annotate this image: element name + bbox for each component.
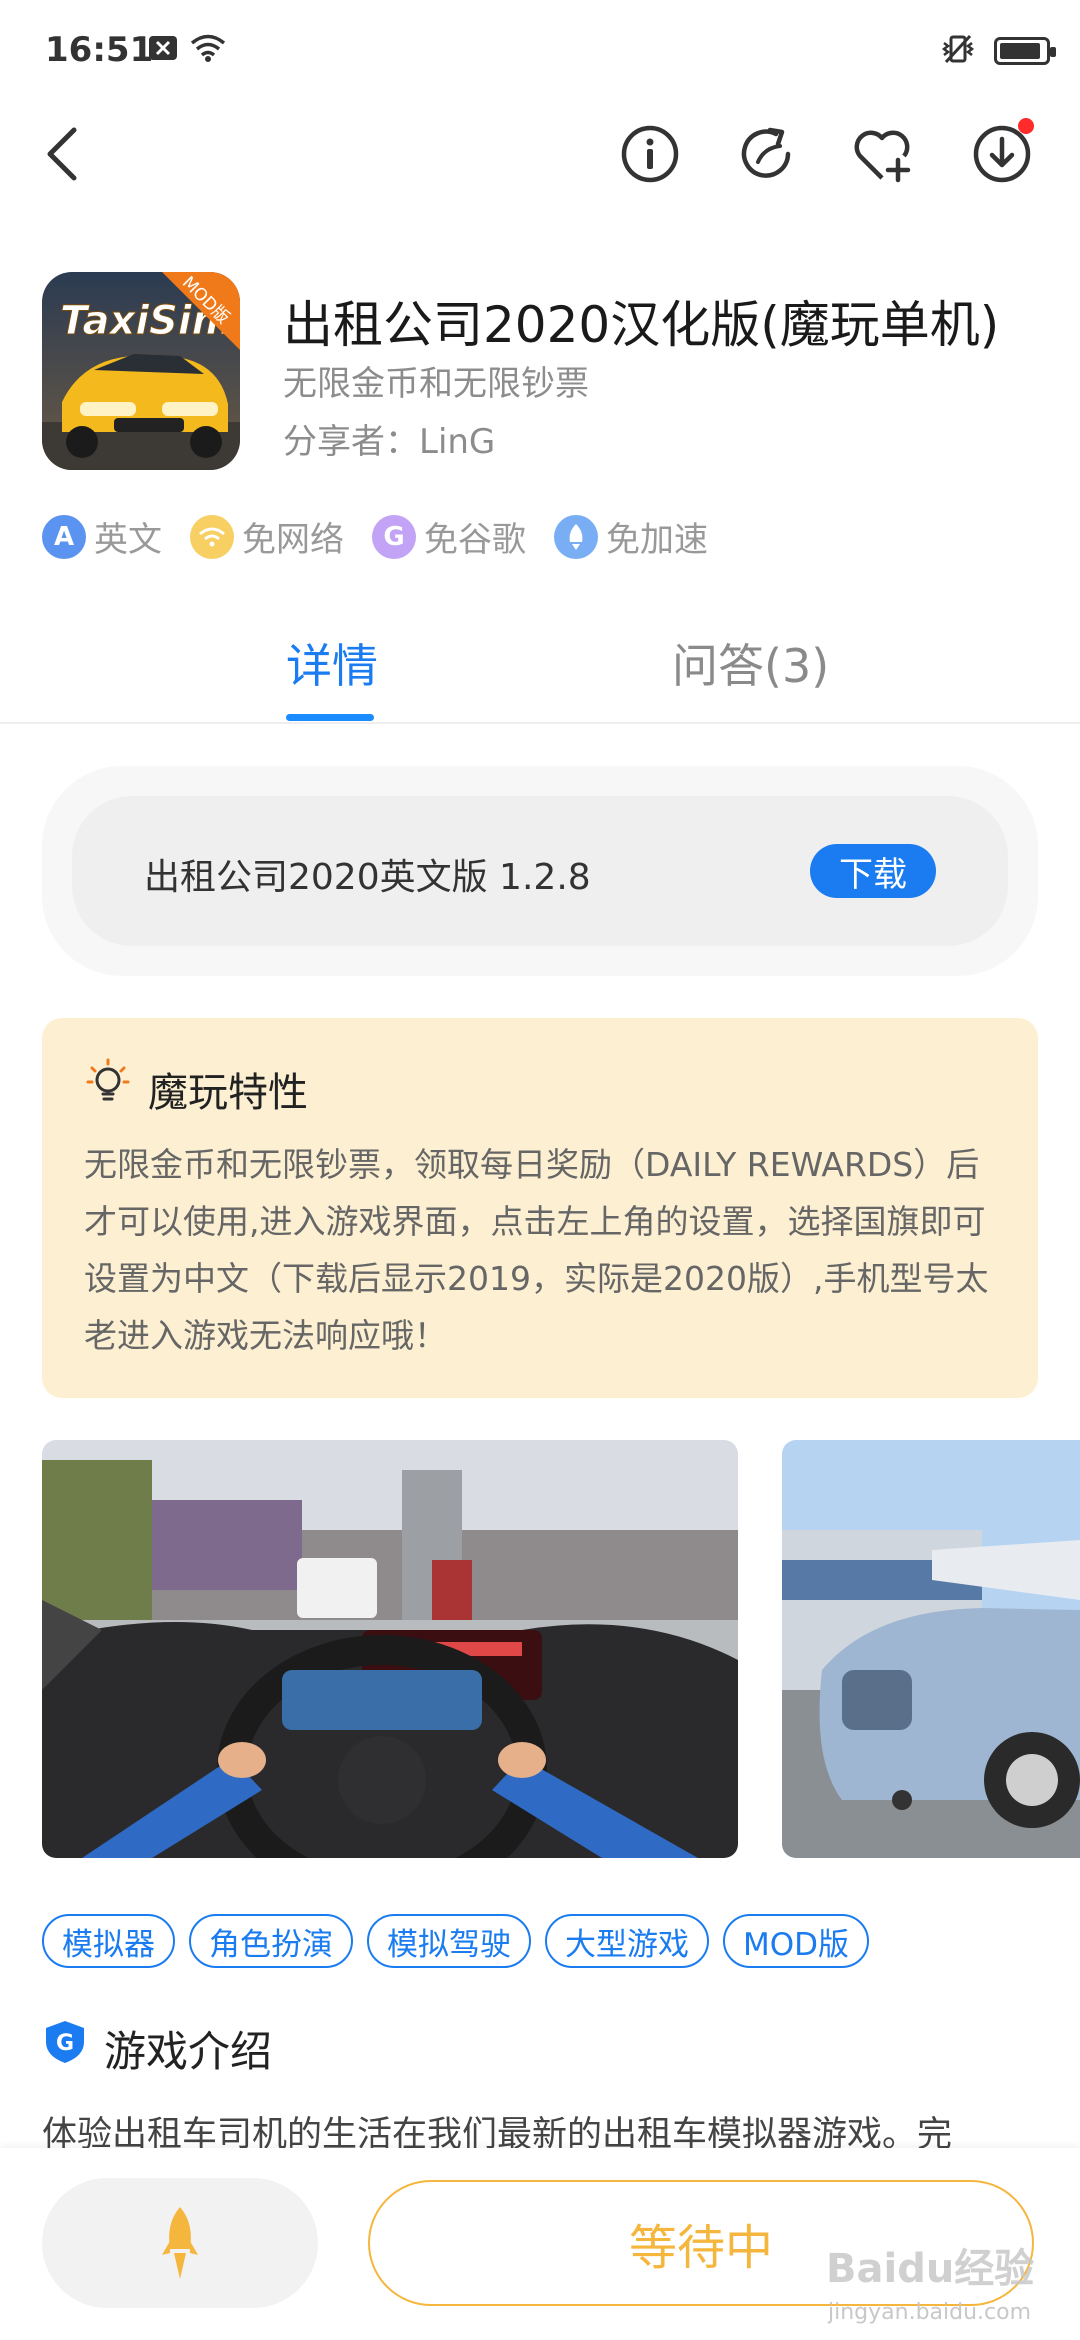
- feature-no-accelerator: 免加速: [554, 512, 708, 561]
- vibrate-icon: [940, 34, 976, 68]
- app-icon: TaxiSim MOD版: [42, 272, 240, 470]
- tab-indicator: [286, 714, 374, 721]
- tag-item[interactable]: 角色扮演: [189, 1914, 353, 1968]
- feature-english: A 英文: [42, 512, 162, 561]
- app-sharer: 分享者：LinG: [283, 422, 496, 462]
- mod-features-body: 无限金币和无限钞票，领取每日奖励（DAILY REWARDS）后才可以使用,进入…: [84, 1145, 989, 1355]
- screenshot-2[interactable]: [782, 1440, 1080, 1858]
- tab-qa[interactable]: 问答(3): [672, 630, 829, 696]
- wifi-icon: [190, 514, 234, 559]
- share-button[interactable]: [730, 118, 802, 190]
- status-time: 16:51: [45, 30, 154, 70]
- feature-no-network: 免网络: [190, 512, 344, 561]
- back-button[interactable]: [26, 118, 98, 190]
- tag-item[interactable]: 模拟驾驶: [367, 1914, 531, 1968]
- favorite-add-icon: [854, 130, 911, 183]
- game-intro-title: 游戏介绍: [104, 2027, 273, 2076]
- version-download-button[interactable]: 下载: [810, 844, 936, 898]
- language-icon: A: [42, 514, 86, 559]
- info-icon: [621, 125, 679, 183]
- feature-badges: A 英文 免网络 G 免谷歌 免加速: [42, 512, 708, 561]
- watermark-url: jingyan.baidu.com: [828, 2300, 1032, 2325]
- share-icon: [741, 127, 791, 178]
- back-arrow-icon: [47, 127, 77, 181]
- info-button[interactable]: [614, 118, 686, 190]
- app-subtitle: 无限金币和无限钞票: [283, 364, 589, 404]
- tag-item[interactable]: MOD版: [723, 1914, 870, 1968]
- tag-list: 模拟器 角色扮演 模拟驾驶 大型游戏 MOD版: [42, 1914, 870, 1968]
- favorite-button[interactable]: [848, 118, 920, 190]
- wifi-icon: [190, 34, 226, 66]
- lightbulb-icon: [84, 1056, 132, 1112]
- notification-dot: [1018, 118, 1034, 134]
- rocket-icon: [554, 514, 598, 559]
- notification-icon: [148, 35, 178, 65]
- tabs-divider: [0, 722, 1080, 724]
- download-manager-button[interactable]: [966, 118, 1038, 190]
- game-intro-icon: G: [42, 2018, 88, 2070]
- rocket-icon: [162, 2207, 198, 2279]
- tag-item[interactable]: 模拟器: [42, 1914, 175, 1968]
- svg-text:G: G: [56, 2031, 74, 2056]
- feature-no-google: G 免谷歌: [372, 512, 526, 561]
- accelerate-button[interactable]: [42, 2178, 318, 2308]
- battery-icon: [994, 37, 1056, 65]
- app-title: 出租公司2020汉化版(魔玩单机): [283, 296, 1000, 354]
- app-bar: [0, 100, 1080, 210]
- status-bar: 16:51: [0, 0, 1080, 100]
- mod-features-title: 魔玩特性: [148, 1070, 308, 1116]
- version-label: 出租公司2020英文版 1.2.8: [144, 857, 591, 898]
- watermark-logo: Baidu经验: [826, 2246, 1035, 2292]
- tag-item[interactable]: 大型游戏: [545, 1914, 709, 1968]
- tab-details[interactable]: 详情: [286, 630, 378, 696]
- google-icon: G: [372, 514, 416, 559]
- screenshot-1[interactable]: [42, 1440, 738, 1858]
